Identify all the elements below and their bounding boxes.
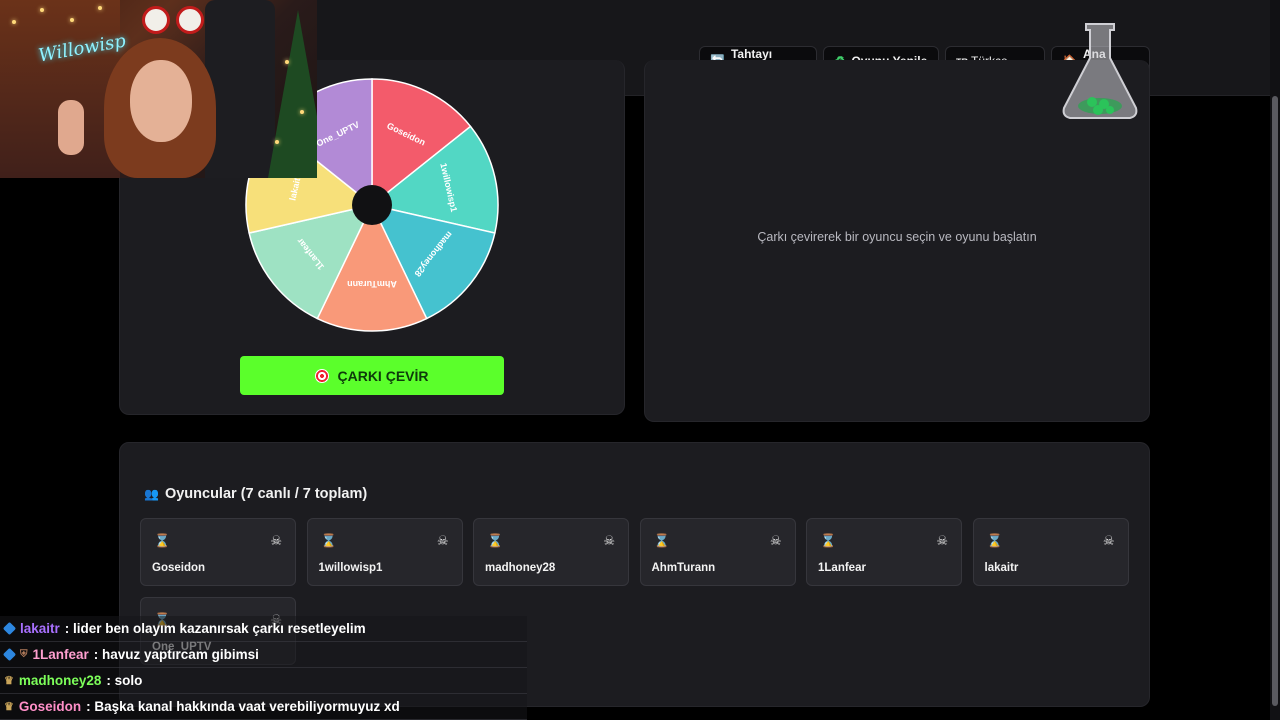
skull-crossbones-icon[interactable]: ☠ — [936, 533, 948, 549]
crown-badge-icon: ♛ — [4, 675, 14, 687]
player-name: 1Lanfear — [818, 562, 866, 574]
target-icon — [315, 368, 330, 383]
skull-crossbones-icon[interactable]: ☠ — [770, 533, 782, 549]
fairy-light — [98, 6, 102, 10]
fairy-light — [285, 60, 289, 64]
skull-crossbones-icon[interactable]: ☠ — [270, 533, 282, 549]
fairy-light — [40, 8, 44, 12]
wheel-hub — [352, 185, 392, 225]
flask-icon — [1062, 23, 1138, 119]
page-scrollbar[interactable] — [1270, 0, 1280, 720]
hourglass-icon: ⌛ — [986, 533, 1003, 548]
skull-crossbones-icon[interactable]: ☠ — [437, 533, 449, 549]
streamer-face — [130, 60, 192, 142]
chat-message: ♛ madhoney28 : solo — [0, 668, 527, 694]
skull-crossbones-icon[interactable]: ☠ — [603, 533, 615, 549]
webcam-background — [0, 0, 120, 178]
chat-username: lakaitr — [20, 621, 60, 636]
chat-text: : Başka kanal hakkında vaat verebiliyorm… — [86, 699, 400, 714]
chat-message: ⛨ 1Lanfear : havuz yaptırcam gibimsi — [0, 642, 527, 668]
chat-username: Goseidon — [18, 699, 82, 714]
santa-headband-right — [176, 6, 204, 34]
christmas-tree — [268, 10, 317, 178]
skull-crossbones-icon[interactable]: ☠ — [1103, 533, 1115, 549]
player-name: lakaitr — [984, 562, 1019, 574]
hourglass-icon: ⌛ — [320, 533, 337, 548]
spin-label: ÇARKI ÇEVİR — [337, 367, 429, 384]
chat-message: lakaitr : lider ben olayım kazanırsak çar… — [0, 616, 527, 642]
streamer-hand — [58, 100, 84, 155]
info-message: Çarkı çevirerek bir oyuncu seçin ve oyun… — [757, 230, 1037, 244]
hourglass-icon: ⌛ — [653, 533, 670, 548]
chat-text: : lider ben olayım kazanırsak çarkı rese… — [64, 621, 366, 636]
chat-text: : havuz yaptırcam gibimsi — [93, 647, 259, 662]
player-name: 1willowisp1 — [318, 562, 383, 574]
santa-headband-left — [142, 6, 170, 34]
shield-badge-icon: ⛨ — [20, 649, 28, 660]
player-card[interactable]: ⌛ ☠ 1willowisp1 — [306, 518, 463, 586]
player-card[interactable]: ⌛ ☠ lakaitr — [972, 518, 1129, 586]
chat-text: : solo — [106, 673, 143, 688]
chat-username: madhoney28 — [18, 673, 102, 688]
crown-badge-icon: ♛ — [4, 701, 14, 713]
fairy-light — [12, 20, 16, 24]
chat-overlay: lakaitr : lider ben olayım kazanırsak çar… — [0, 616, 527, 720]
player-name: AhmTurann — [651, 562, 716, 574]
fairy-light — [70, 18, 74, 22]
people-icon: 👥 — [144, 487, 159, 501]
player-card[interactable]: ⌛ ☠ madhoney28 — [473, 518, 629, 586]
hourglass-icon: ⌛ — [820, 533, 837, 548]
spin-wheel-button[interactable]: ÇARKI ÇEVİR — [240, 356, 504, 395]
player-name: Goseidon — [152, 562, 206, 574]
hourglass-icon: ⌛ — [154, 533, 171, 548]
player-card[interactable]: ⌛ ☠ Goseidon — [140, 518, 296, 586]
wheel-segment-label: AhmTurann — [347, 279, 397, 289]
hourglass-icon: ⌛ — [487, 533, 504, 548]
cube-badge-icon — [2, 647, 17, 662]
chat-username: 1Lanfear — [32, 647, 89, 662]
player-card[interactable]: ⌛ ☠ AhmTurann — [639, 518, 796, 586]
chat-message: ♛ Goseidon : Başka kanal hakkında vaat ver… — [0, 694, 527, 720]
player-card[interactable]: ⌛ ☠ 1Lanfear — [806, 518, 962, 586]
player-name: madhoney28 — [485, 562, 556, 574]
fairy-light — [275, 140, 279, 144]
players-title: 👥 Oyuncular (7 canlı / 7 toplam) — [144, 486, 367, 502]
webcam-overlay: Willowisp — [0, 0, 317, 178]
scrollbar-thumb[interactable] — [1272, 96, 1278, 706]
webcam-chair — [205, 0, 275, 178]
players-title-text: Oyuncular (7 canlı / 7 toplam) — [164, 486, 368, 502]
cube-badge-icon — [2, 621, 17, 636]
fairy-light — [300, 110, 304, 114]
